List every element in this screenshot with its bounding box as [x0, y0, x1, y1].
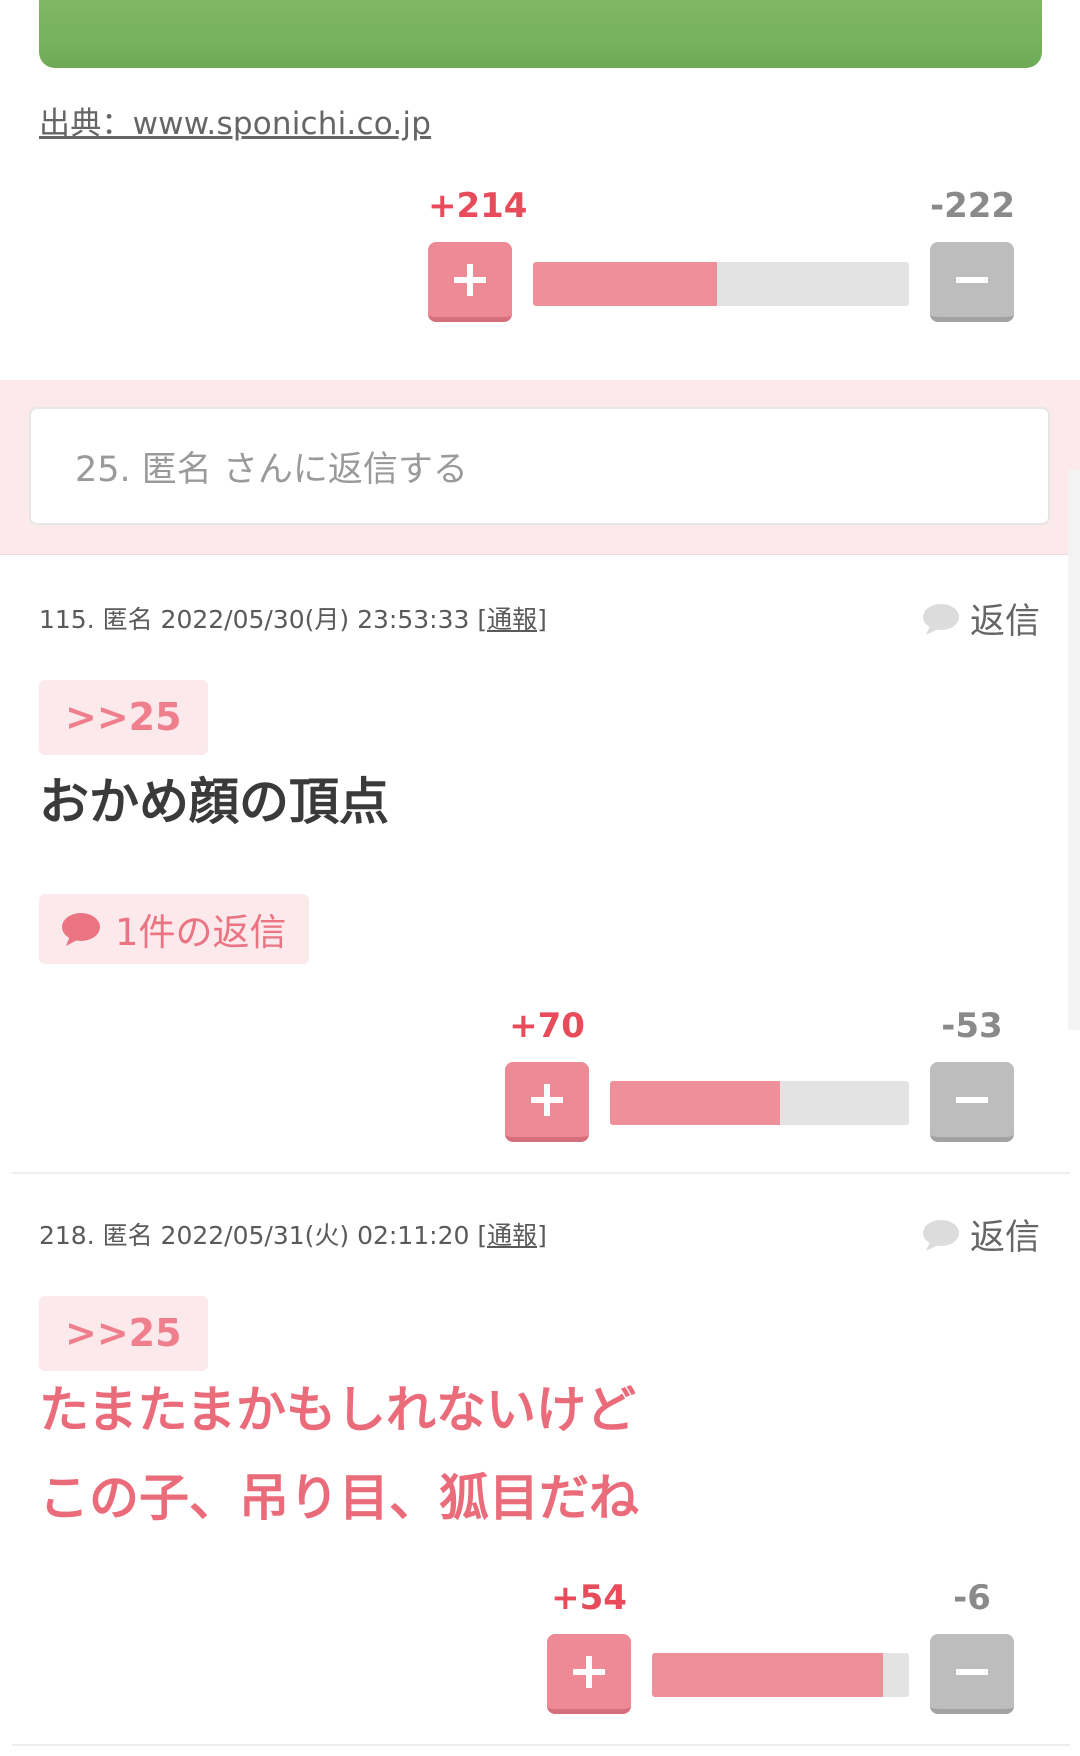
- vote-ratio-bar: [533, 262, 909, 306]
- plus-button[interactable]: [505, 1062, 589, 1142]
- reply-button[interactable]: 返信: [922, 1209, 1040, 1260]
- replies-count-label: 1件の返信: [115, 911, 287, 954]
- replies-count-button[interactable]: 1件の返信: [39, 894, 309, 964]
- comment-body-line: たまたまかもしれないけど: [39, 1381, 636, 1439]
- comment-divider: [12, 1744, 1070, 1746]
- reply-button[interactable]: 返信: [922, 593, 1040, 644]
- vote-ratio-fill: [610, 1081, 781, 1125]
- scrollbar-track[interactable]: [1068, 470, 1080, 1030]
- speech-bubble-icon: [923, 1219, 959, 1251]
- minus-button[interactable]: [930, 1634, 1014, 1714]
- comment-divider: [12, 1172, 1070, 1174]
- anchor-link[interactable]: >>25: [39, 680, 208, 755]
- plus-icon: [454, 263, 486, 296]
- plus-icon: [531, 1083, 563, 1116]
- minus-icon: [956, 1668, 988, 1675]
- plus-button[interactable]: [547, 1634, 631, 1714]
- plus-icon: [573, 1655, 605, 1688]
- minus-count: -53: [941, 1006, 1003, 1046]
- speech-bubble-icon: [62, 913, 100, 946]
- plus-button[interactable]: [428, 242, 512, 322]
- minus-count: -222: [930, 186, 1016, 226]
- reply-label: 返信: [970, 1218, 1041, 1258]
- comment-body: おかめ顔の頂点: [39, 762, 389, 834]
- comment-meta: 218. 匿名 2022/05/31(火) 02:11:20 [通報]: [39, 1216, 547, 1252]
- comment-meta: 115. 匿名 2022/05/30(月) 23:53:33 [通報]: [39, 600, 547, 636]
- vote-ratio-bar: [610, 1081, 909, 1125]
- reply-label: 返信: [970, 602, 1041, 642]
- minus-button[interactable]: [930, 1062, 1014, 1142]
- article-image: [39, 0, 1042, 68]
- plus-count: +54: [551, 1578, 627, 1618]
- vote-ratio-fill: [533, 262, 718, 306]
- comment-body: たまたまかもしれないけど この子、吊り目、狐目だね: [39, 1366, 639, 1542]
- vote-ratio-fill: [652, 1653, 884, 1697]
- report-link[interactable]: [通報]: [477, 1221, 547, 1250]
- minus-icon: [956, 1096, 988, 1103]
- reply-input[interactable]: 25. 匿名 さんに返信する: [29, 407, 1050, 525]
- reply-input-placeholder: 25. 匿名 さんに返信する: [75, 449, 468, 490]
- vote-ratio-bar: [652, 1653, 909, 1697]
- minus-button[interactable]: [930, 242, 1014, 322]
- plus-count: +70: [509, 1006, 585, 1046]
- anchor-link[interactable]: >>25: [39, 1296, 208, 1371]
- plus-count: +214: [428, 186, 528, 226]
- minus-icon: [956, 276, 988, 283]
- report-link[interactable]: [通報]: [477, 605, 547, 634]
- comment-body-line: おかめ顔の頂点: [39, 773, 389, 831]
- comment-meta-text: 115. 匿名 2022/05/30(月) 23:53:33: [39, 605, 470, 634]
- comment-body-line: この子、吊り目、狐目だね: [39, 1469, 639, 1527]
- source-link[interactable]: 出典：www.sponichi.co.jp: [39, 98, 431, 143]
- speech-bubble-icon: [923, 603, 959, 635]
- minus-count: -6: [953, 1578, 991, 1618]
- comment-meta-text: 218. 匿名 2022/05/31(火) 02:11:20: [39, 1221, 470, 1250]
